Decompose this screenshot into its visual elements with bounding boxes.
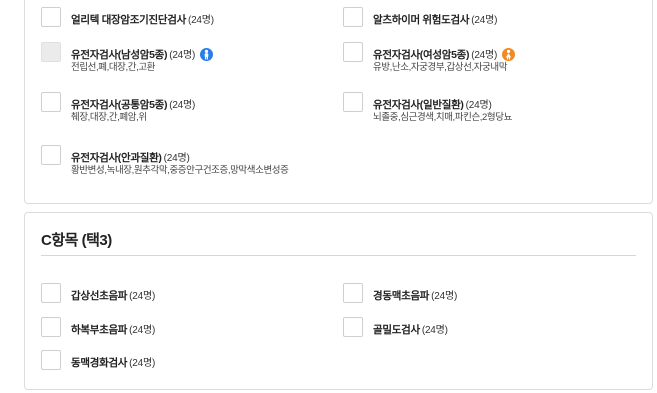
option-description: 유방,난소,자궁경부,갑상선,자궁내막	[373, 62, 508, 73]
section-b-panel: 얼리텍 대장암조기진단검사 (24명) 알츠하이머 위험도검사 (24명) 유전자검…	[24, 0, 653, 204]
checkbox[interactable]	[41, 7, 61, 27]
checkbox[interactable]	[343, 92, 363, 112]
option-label: 동맥경화검사	[71, 357, 128, 369]
option-label: 골밀도검사	[373, 324, 420, 336]
checkbox[interactable]	[343, 7, 363, 27]
option-count: (24명)	[129, 325, 156, 336]
option-label: 얼리텍 대장암조기진단검사	[71, 14, 186, 26]
option-count: (24명)	[169, 50, 196, 61]
option-label: 알츠하이머 위험도검사	[373, 14, 470, 26]
option-description: 췌장,대장,간,폐암,위	[71, 112, 147, 123]
option-label: 하복부초음파	[71, 324, 128, 336]
option-label: 갑상선초음파	[71, 290, 128, 302]
option-count: (24명)	[471, 15, 498, 26]
checkbox-disabled	[41, 42, 61, 62]
option-description: 뇌졸중,심근경색,치매,파킨슨,2형당뇨	[373, 112, 512, 123]
checkbox[interactable]	[41, 350, 61, 370]
option-count: (24명)	[431, 291, 458, 302]
option-count: (24명)	[169, 100, 196, 111]
option-description: 황반변성,녹내장,원추각막,중증안구건조증,망막색소변성증	[71, 165, 289, 176]
option-count: (24명)	[129, 358, 156, 369]
option-count: (24명)	[187, 15, 214, 26]
option-description: 전립선,폐,대장,간,고환	[71, 62, 156, 73]
option-count: (24명)	[129, 291, 156, 302]
male-icon	[200, 48, 214, 61]
checkbox[interactable]	[41, 145, 61, 165]
checkbox[interactable]	[41, 92, 61, 112]
option-label: 경동맥초음파	[373, 290, 430, 302]
checkbox[interactable]	[343, 317, 363, 337]
section-c-panel: C항목 (택3) 갑상선초음파 (24명) 경동맥초음파 (24명) 하복부초음파(…	[24, 212, 653, 390]
checkbox[interactable]	[343, 283, 363, 303]
divider	[41, 255, 636, 256]
section-title: C항목 (택3)	[41, 232, 112, 249]
checkbox[interactable]	[343, 42, 363, 62]
checkbox[interactable]	[41, 283, 61, 303]
option-count: (24명)	[421, 325, 448, 336]
checkbox[interactable]	[41, 317, 61, 337]
